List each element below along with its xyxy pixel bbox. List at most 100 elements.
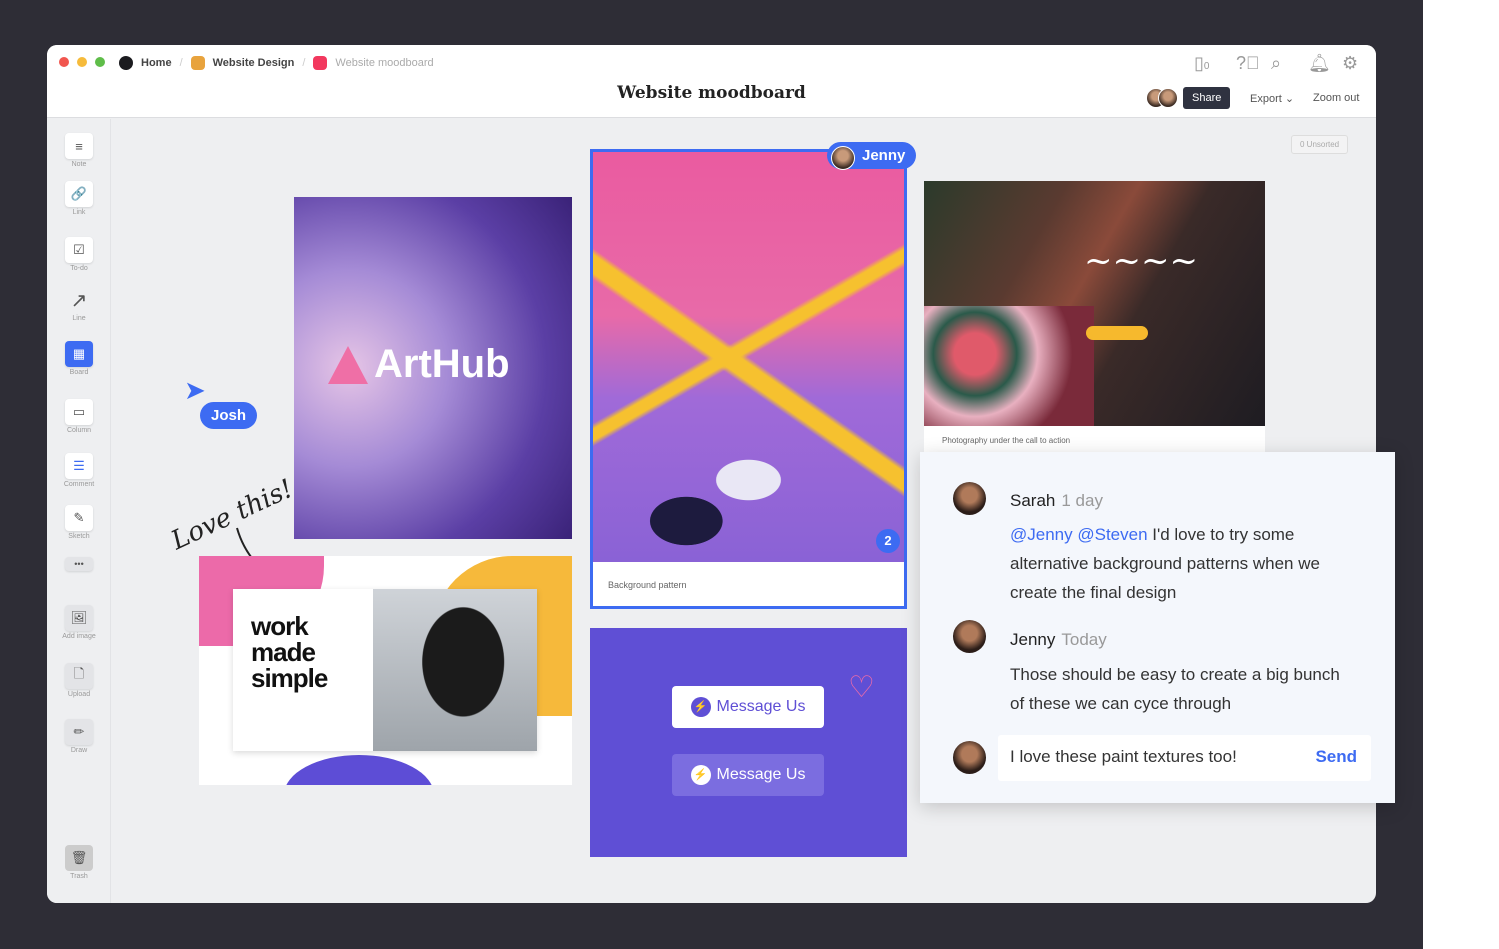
- tool-upload[interactable]: 🗋 Upload: [47, 663, 111, 698]
- photo-detail: [1086, 326, 1148, 340]
- cursor-arrow-icon: ➤: [184, 375, 206, 405]
- zoom-out-button[interactable]: Zoom out: [1313, 92, 1359, 104]
- messenger-icon: ⚡: [690, 697, 711, 717]
- note-icon: ≡: [65, 133, 93, 159]
- breadcrumb-website-design[interactable]: Website Design: [213, 57, 295, 69]
- work-made-simple-card[interactable]: work made simple: [199, 556, 572, 785]
- tool-board[interactable]: ▦ Board: [47, 341, 111, 376]
- separator: /: [302, 57, 306, 69]
- maximize-window-button[interactable]: [95, 57, 105, 67]
- arthub-logo: ArtHub: [328, 342, 510, 387]
- home-icon: [119, 56, 133, 70]
- tool-label: Add image: [62, 633, 96, 640]
- image-icon: 🖼: [65, 605, 93, 631]
- todo-icon: ☑: [65, 237, 93, 263]
- trash-icon: 🗑: [65, 845, 93, 871]
- tool-link[interactable]: 🔗 Link: [47, 181, 111, 216]
- breadcrumb-current: Website moodboard: [335, 57, 434, 69]
- tool-label: Sketch: [68, 533, 90, 540]
- tool-note[interactable]: ≡ Note: [47, 133, 111, 168]
- tool-comment[interactable]: ☰ Comment: [47, 453, 111, 488]
- tool-label: Comment: [63, 481, 95, 488]
- tool-line[interactable]: ↗ Line: [47, 287, 111, 323]
- comment-text: Those should be easy to create a big bun…: [1010, 665, 1340, 713]
- triangle-icon: [328, 345, 368, 384]
- link-icon: 🔗: [65, 181, 93, 207]
- device-count: 0: [1203, 61, 1210, 72]
- more-icon: •••: [65, 557, 93, 571]
- tool-draw[interactable]: ✏ Draw: [47, 719, 111, 754]
- comment-time: Today: [1061, 630, 1107, 649]
- message-buttons-card[interactable]: ⚡ Message Us ⚡ Message Us ♡: [590, 628, 907, 857]
- mention-link[interactable]: @Jenny @Steven: [1010, 525, 1148, 544]
- reply-input[interactable]: I love these paint textures too! Send: [998, 735, 1371, 781]
- minimize-window-button[interactable]: [77, 57, 87, 67]
- comment-time: 1 day: [1061, 491, 1103, 510]
- tool-label: Link: [72, 209, 86, 216]
- export-dropdown[interactable]: Export ⌄: [1250, 92, 1294, 105]
- comment-text: @Jenny @Steven I'd love to try some alte…: [1010, 525, 1320, 602]
- upload-icon: 🗋: [65, 663, 93, 689]
- gear-icon[interactable]: ⚙: [1342, 53, 1358, 74]
- card-caption: Background pattern: [608, 580, 687, 590]
- bell-icon[interactable]: 🔔︎: [1308, 53, 1331, 74]
- arthub-image-card[interactable]: ArtHub: [294, 197, 572, 539]
- tool-label: Line: [72, 315, 86, 322]
- tool-label: Column: [66, 427, 92, 434]
- decor-shape: [284, 755, 434, 785]
- background-pattern-card[interactable]: Background pattern: [590, 149, 907, 609]
- pencil-icon: ✏: [65, 719, 93, 745]
- search-icon[interactable]: ⌕: [1271, 53, 1281, 74]
- unsorted-button[interactable]: 0 Unsorted: [1291, 135, 1349, 154]
- tool-label: Draw: [70, 747, 88, 754]
- sidebar-toolbar: ≡ Note 🔗 Link ☑ To-do ↗ Line ▦ Board ▭ Column …: [47, 119, 111, 903]
- comment-author: Sarah 1 day: [1010, 491, 1103, 510]
- top-bar: Home / Website Design / Website moodboar…: [47, 45, 1376, 118]
- tool-todo[interactable]: ☑ To-do: [47, 237, 111, 272]
- tool-label: Upload: [67, 691, 91, 698]
- cursor-name: Jenny: [862, 147, 906, 164]
- heart-icon: ♡: [848, 671, 875, 704]
- board-icon: ▦: [65, 341, 93, 367]
- share-button[interactable]: Share: [1183, 87, 1231, 109]
- avatar: [953, 482, 986, 515]
- photo-detail: [924, 306, 1094, 426]
- message-us-button[interactable]: ⚡ Message Us: [672, 754, 824, 796]
- messenger-icon: ⚡: [690, 765, 711, 785]
- separator: /: [179, 57, 183, 69]
- send-button[interactable]: Send: [1315, 747, 1357, 767]
- close-window-button[interactable]: [59, 57, 69, 67]
- column-icon: ▭: [65, 399, 93, 425]
- tool-label: To-do: [70, 265, 88, 272]
- board-icon: [190, 56, 205, 70]
- tool-more[interactable]: •••: [47, 557, 111, 571]
- comment-author: Jenny Today: [1010, 630, 1107, 649]
- comment-count-badge[interactable]: 2: [876, 529, 900, 553]
- avatar: [953, 620, 986, 653]
- portrait-image: [373, 589, 537, 751]
- avatar: [831, 146, 855, 170]
- breadcrumb-home[interactable]: Home: [141, 57, 172, 69]
- tool-column[interactable]: ▭ Column: [47, 399, 111, 434]
- tool-label: Trash: [70, 873, 88, 880]
- arthub-logo-text: ArtHub: [374, 342, 510, 386]
- josh-cursor-tag: Josh: [200, 402, 258, 429]
- comment-panel: Sarah 1 day @Jenny @Steven I'd love to tr…: [920, 452, 1395, 803]
- work-headline: work made simple: [251, 611, 328, 693]
- trash-button[interactable]: 🗑 Trash: [47, 845, 111, 880]
- photography-card[interactable]: ~~~~: [924, 181, 1265, 426]
- work-preview: work made simple: [233, 589, 537, 751]
- breadcrumb: Home / Website Design / Website moodboar…: [119, 56, 434, 70]
- line-icon: ↗: [70, 289, 88, 312]
- sketch-icon: ✎: [65, 505, 93, 531]
- tool-add-image[interactable]: 🖼 Add image: [47, 605, 111, 640]
- jenny-cursor-tag: Jenny: [827, 142, 917, 170]
- avatar: [1158, 88, 1178, 108]
- tool-sketch[interactable]: ✎ Sketch: [47, 505, 111, 540]
- board-icon: [313, 56, 328, 70]
- paint-texture-image: [593, 152, 904, 562]
- tool-label: Note: [71, 161, 87, 168]
- message-us-button[interactable]: ⚡ Message Us: [672, 686, 824, 728]
- help-icon[interactable]: ?⃝: [1236, 53, 1260, 74]
- device-icon[interactable]: ▯0: [1194, 53, 1209, 74]
